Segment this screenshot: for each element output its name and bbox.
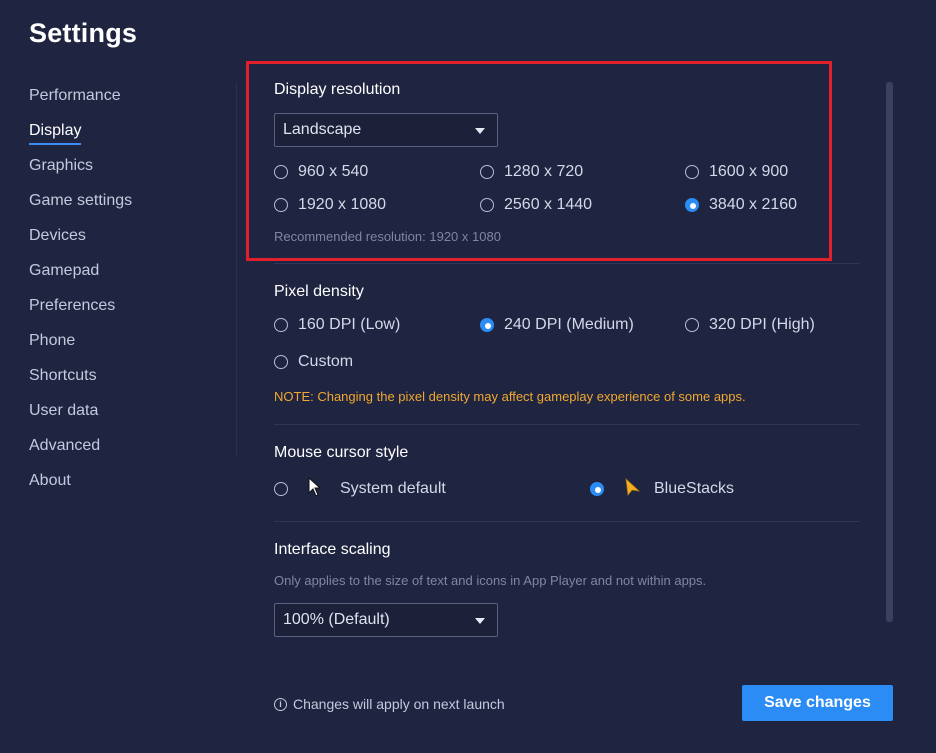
resolution-option-3840x2160[interactable]: 3840 x 2160 (685, 195, 797, 215)
interface-scaling-value: 100% (Default) (283, 611, 390, 628)
sidebar-item-advanced[interactable]: Advanced (29, 436, 229, 471)
radio-icon (480, 165, 494, 179)
resolution-label: 1600 x 900 (709, 163, 789, 180)
resolution-label: 3840 x 2160 (709, 196, 798, 213)
dpi-label: Custom (298, 353, 354, 370)
radio-icon (685, 165, 699, 179)
dpi-label: 240 DPI (Medium) (504, 316, 634, 333)
radio-icon (274, 482, 288, 496)
resolution-label: 2560 x 1440 (504, 196, 593, 213)
interface-scaling-title: Interface scaling (274, 541, 391, 558)
mouse-cursor-title: Mouse cursor style (274, 444, 409, 461)
pixel-density-note: NOTE: Changing the pixel density may aff… (274, 389, 746, 404)
sidebar-item-about[interactable]: About (29, 471, 229, 506)
dpi-option-custom[interactable]: Custom (274, 352, 353, 372)
orientation-value: Landscape (283, 121, 362, 138)
radio-selected-icon (590, 482, 604, 496)
sidebar-item-label: Display (29, 121, 82, 145)
radio-icon (480, 198, 494, 212)
sidebar-item-label: Gamepad (29, 262, 100, 279)
sidebar-item-gamepad[interactable]: Gamepad (29, 261, 229, 296)
chevron-down-icon (475, 618, 485, 624)
section-divider (274, 424, 860, 425)
cursor-option-system-default[interactable]: System default (274, 476, 446, 502)
dpi-label: 160 DPI (Low) (298, 316, 401, 333)
arrow-cursor-icon (308, 476, 322, 502)
radio-icon (274, 318, 288, 332)
sidebar-item-devices[interactable]: Devices (29, 226, 229, 261)
sidebar: Performance Display Graphics Game settin… (29, 86, 229, 506)
sidebar-item-label: Graphics (29, 157, 94, 174)
sidebar-item-graphics[interactable]: Graphics (29, 156, 229, 191)
sidebar-item-display[interactable]: Display (29, 121, 229, 156)
sidebar-item-game-settings[interactable]: Game settings (29, 191, 229, 226)
resolution-option-2560x1440[interactable]: 2560 x 1440 (480, 195, 592, 215)
sidebar-item-preferences[interactable]: Preferences (29, 296, 229, 331)
sidebar-item-label: Preferences (29, 297, 116, 314)
sidebar-item-label: Phone (29, 332, 76, 349)
radio-icon (274, 198, 288, 212)
section-divider (274, 263, 860, 264)
info-icon: i (274, 697, 287, 711)
interface-scaling-hint: Only applies to the size of text and ico… (274, 573, 707, 588)
page-title: Settings (29, 18, 138, 48)
section-divider (274, 521, 860, 522)
resolution-option-960x540[interactable]: 960 x 540 (274, 162, 368, 182)
sidebar-item-phone[interactable]: Phone (29, 331, 229, 366)
orientation-dropdown[interactable]: Landscape (274, 113, 498, 147)
cursor-option-bluestacks[interactable]: BlueStacks (590, 477, 735, 501)
pixel-density-title: Pixel density (274, 283, 364, 300)
sidebar-item-shortcuts[interactable]: Shortcuts (29, 366, 229, 401)
resolution-label: 1920 x 1080 (298, 196, 387, 213)
resolution-option-1920x1080[interactable]: 1920 x 1080 (274, 195, 386, 215)
display-resolution-title: Display resolution (274, 81, 401, 98)
radio-selected-icon (480, 318, 494, 332)
dpi-option-240[interactable]: 240 DPI (Medium) (480, 315, 634, 335)
sidebar-item-performance[interactable]: Performance (29, 86, 229, 121)
save-changes-button[interactable]: Save changes (742, 685, 893, 721)
sidebar-item-label: Devices (29, 227, 86, 244)
resolution-label: 960 x 540 (298, 163, 369, 180)
sidebar-divider (236, 82, 237, 457)
radio-icon (685, 318, 699, 332)
resolution-option-1600x900[interactable]: 1600 x 900 (685, 162, 788, 182)
radio-icon (274, 355, 288, 369)
resolution-option-1280x720[interactable]: 1280 x 720 (480, 162, 583, 182)
sidebar-item-label: Advanced (29, 437, 101, 454)
bluestacks-cursor-icon (624, 477, 641, 501)
footer-note: i Changes will apply on next launch (274, 696, 505, 712)
dpi-option-320[interactable]: 320 DPI (High) (685, 315, 815, 335)
sidebar-item-user-data[interactable]: User data (29, 401, 229, 436)
sidebar-item-label: About (29, 472, 71, 489)
dpi-label: 320 DPI (High) (709, 316, 815, 333)
cursor-label: BlueStacks (654, 480, 735, 497)
sidebar-item-label: User data (29, 402, 99, 419)
cursor-label: System default (340, 480, 446, 497)
interface-scaling-dropdown[interactable]: 100% (Default) (274, 603, 498, 637)
recommended-resolution-text: Recommended resolution: 1920 x 1080 (274, 229, 501, 244)
sidebar-item-label: Shortcuts (29, 367, 97, 384)
scrollbar[interactable] (886, 82, 893, 622)
resolution-label: 1280 x 720 (504, 163, 584, 180)
radio-selected-icon (685, 198, 699, 212)
footer-note-text: Changes will apply on next launch (293, 696, 505, 712)
sidebar-item-label: Performance (29, 87, 121, 104)
chevron-down-icon (475, 128, 485, 134)
dpi-option-160[interactable]: 160 DPI (Low) (274, 315, 400, 335)
sidebar-item-label: Game settings (29, 192, 133, 209)
radio-icon (274, 165, 288, 179)
